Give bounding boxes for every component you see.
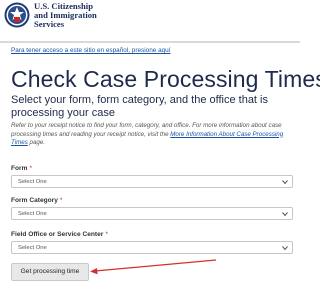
spanish-language-link[interactable]: Para tener acceso a este sitio en españo… (11, 47, 171, 54)
office-label: Field Office or Service Center * (11, 231, 108, 238)
form-category-select-value: Select One (18, 210, 47, 217)
form-select-value: Select One (18, 178, 47, 185)
help-text-outro: page. (27, 139, 45, 147)
form-category-label: Form Category * (11, 197, 62, 204)
help-text: Refer to your receipt notice to find you… (11, 122, 296, 148)
office-select-value: Select One (18, 244, 47, 251)
chevron-down-icon (282, 180, 288, 185)
agency-name[interactable]: U.S. Citizenship and Immigration Service… (34, 2, 97, 29)
required-marker: * (29, 165, 33, 172)
form-select[interactable]: Select One (11, 175, 293, 188)
form-category-select[interactable]: Select One (11, 207, 293, 220)
header-divider (0, 41, 300, 43)
page-subtitle: Select your form, form category, and the… (11, 94, 268, 119)
page: U.S. Citizenship and Immigration Service… (0, 0, 320, 285)
form-category-label-text: Form Category (11, 197, 58, 204)
required-marker: * (105, 231, 108, 238)
form-label-text: Form (11, 165, 28, 172)
page-title: Check Case Processing Times (11, 66, 320, 92)
site-header: U.S. Citizenship and Immigration Service… (0, 0, 300, 41)
agency-name-line-3: Services (34, 19, 65, 29)
required-marker: * (59, 197, 63, 204)
chevron-down-icon (282, 246, 288, 251)
chevron-down-icon (282, 212, 288, 217)
get-processing-time-button[interactable]: Get processing time (11, 263, 89, 281)
office-select[interactable]: Select One (11, 241, 293, 254)
office-label-text: Field Office or Service Center (11, 231, 104, 238)
dhs-seal-icon[interactable] (4, 2, 30, 28)
form-label: Form * (11, 165, 32, 172)
